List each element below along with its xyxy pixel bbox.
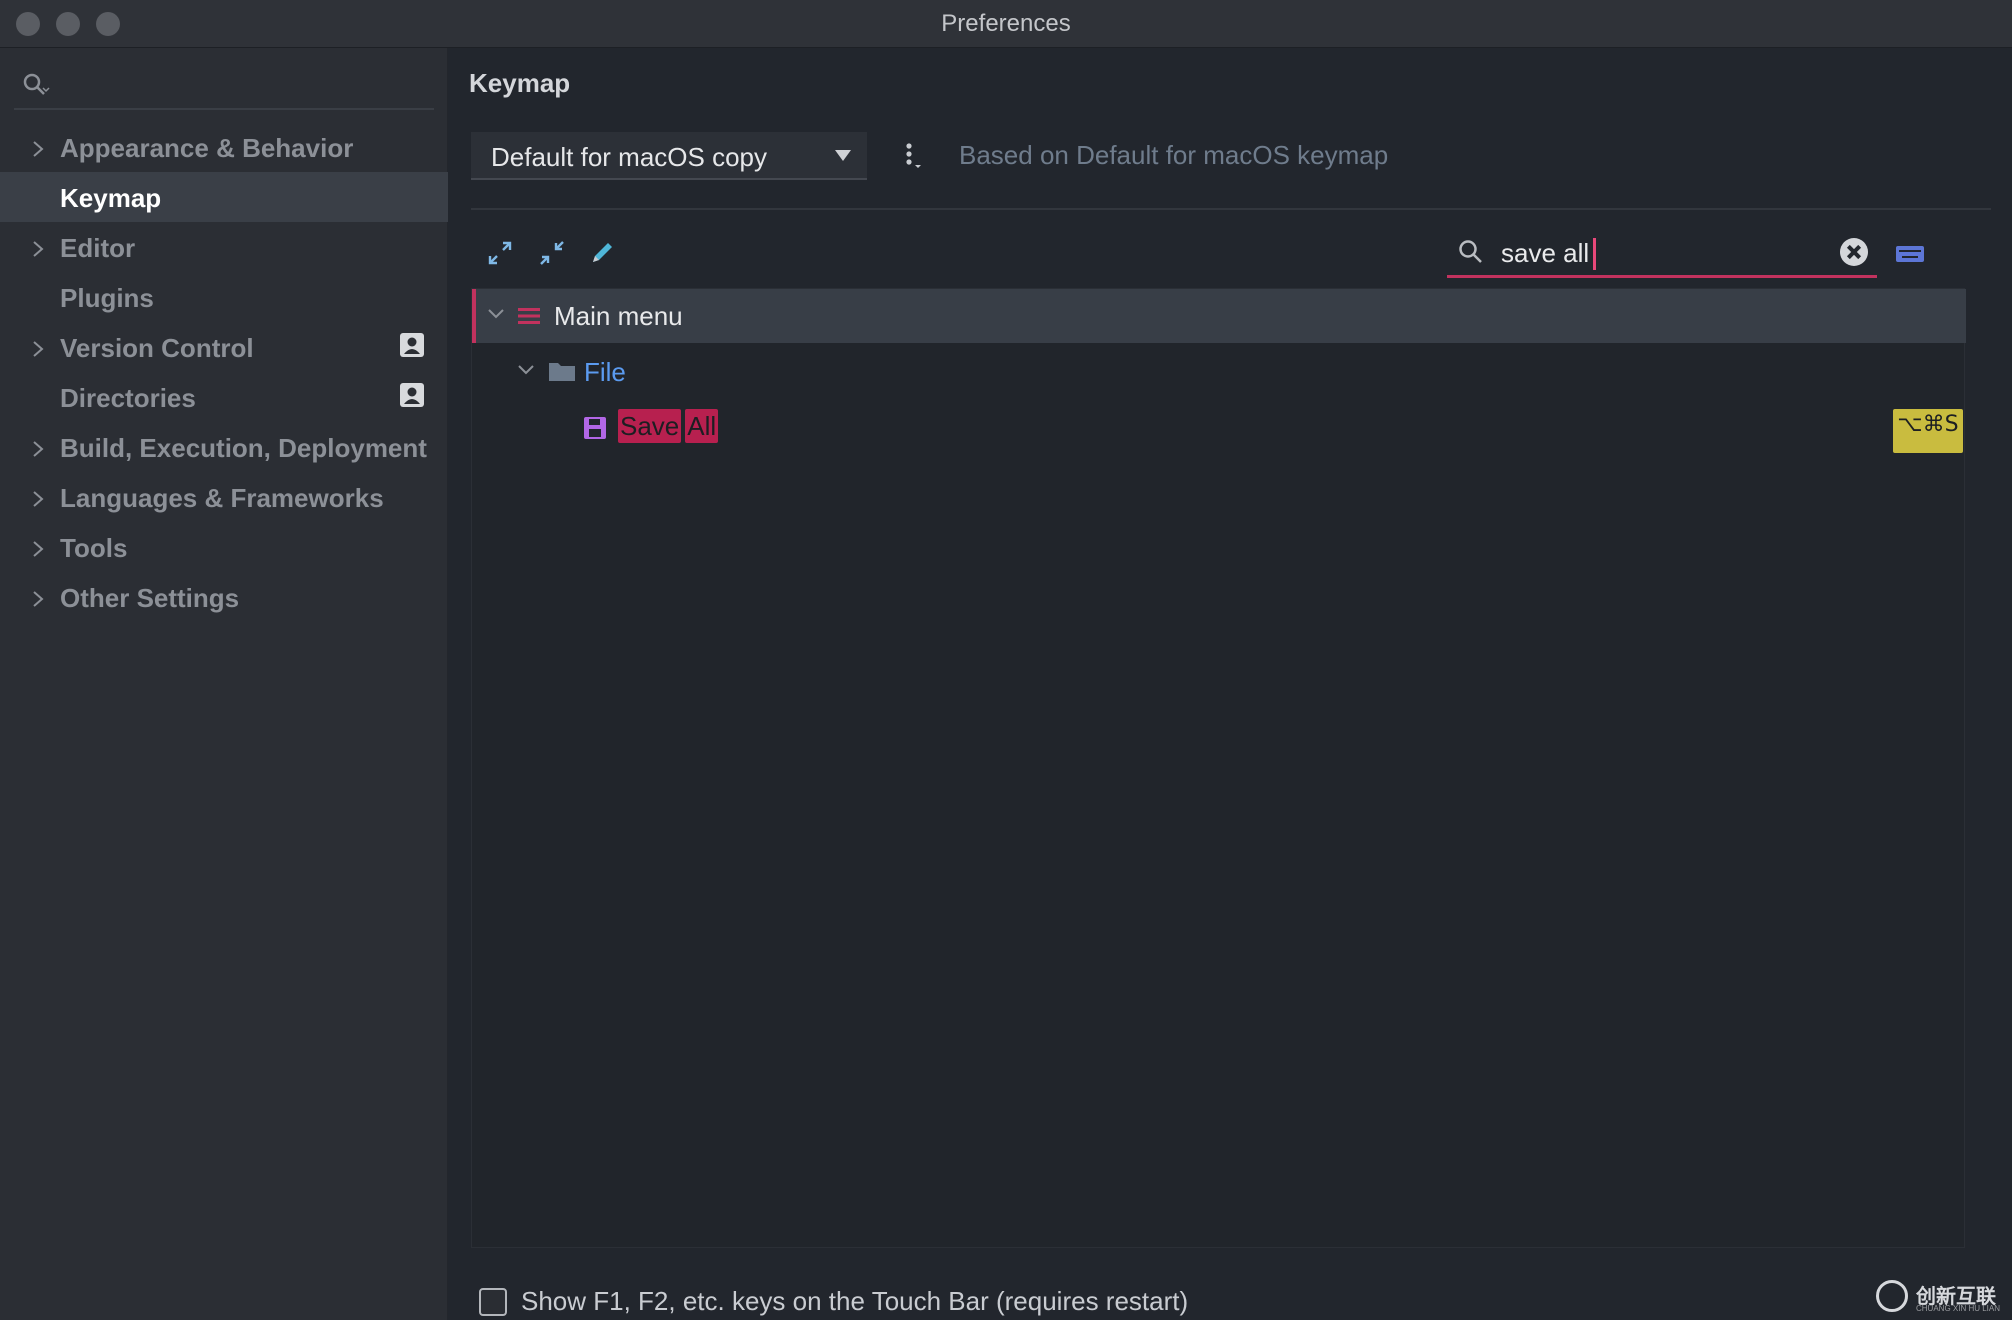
sidebar-item-label: Build, Execution, Deployment [60,433,427,463]
chevron-down-icon[interactable] [486,307,506,321]
chevron-right-icon[interactable] [28,486,48,508]
more-vertical-icon [899,143,929,180]
sidebar-item-label: Appearance & Behavior [60,133,354,163]
keymap-tree: Main menu File Save All ⌥⌘S [471,288,1966,1248]
sidebar-item-label: Directories [60,383,196,413]
divider [471,208,1991,210]
chevron-down-icon[interactable] [516,363,536,377]
touchbar-fkeys-checkbox[interactable] [479,1288,507,1316]
user-badge-icon [400,333,424,357]
search-match-highlight: Save [618,409,682,443]
watermark-logo: 创新互联 CHUANG XIN HU LIAN [1876,1276,2006,1316]
collapse-all-icon [537,241,567,272]
keymap-select-value: Default for macOS copy [491,142,767,172]
page-title: Keymap [469,68,571,98]
sidebar-item-version-control[interactable]: Version Control [0,322,448,372]
user-badge-icon [400,383,424,407]
tree-row-label: Save All [618,409,722,443]
sidebar-item-other-settings[interactable]: Other Settings [0,572,448,622]
chevron-right-icon[interactable] [28,136,48,158]
menu-icon [516,303,542,334]
sidebar-item-tools[interactable]: Tools [0,522,448,572]
search-icon [22,72,50,103]
sidebar-search[interactable] [14,60,434,110]
settings-sidebar: Appearance & Behavior Keymap Editor Plug… [0,48,448,1320]
sidebar-item-label: Version Control [60,333,254,363]
shortcut-badge: ⌥⌘S [1893,409,1963,453]
tree-row-save-all[interactable]: Save All ⌥⌘S [472,401,1966,455]
watermark-logo-icon [1876,1280,1908,1312]
sidebar-item-directories[interactable]: Directories [0,372,448,422]
sidebar-item-plugins[interactable]: Plugins [0,272,448,322]
sidebar-item-editor[interactable]: Editor [0,222,448,272]
tree-row-file[interactable]: File [472,345,1966,399]
sidebar-item-label: Other Settings [60,583,240,613]
dropdown-arrow-icon[interactable] [835,150,851,161]
search-match-highlight: All [685,409,719,443]
sidebar-item-label: Plugins [60,283,154,313]
settings-nav: Appearance & Behavior Keymap Editor Plug… [0,122,448,622]
footer: Show F1, F2, etc. keys on the Touch Bar … [449,1248,2012,1320]
keymap-panel: Keymap Default for macOS copy Based on D… [449,48,2012,1320]
sidebar-item-label: Editor [60,233,136,263]
text-caret [1593,238,1596,270]
watermark-subtext: CHUANG XIN HU LIAN [1916,1304,2001,1313]
keyboard-icon [1895,246,1925,268]
search-icon [1457,238,1485,271]
window-title: Preferences [941,10,1071,37]
sidebar-item-label: Tools [60,533,128,563]
chevron-right-icon[interactable] [28,236,48,258]
tree-row-label: File [584,357,626,387]
sidebar-item-build-execution-deployment[interactable]: Build, Execution, Deployment [0,422,448,472]
preferences-window: Preferences Appearance & Behavior Keymap… [0,0,2012,1320]
expand-all-icon [485,241,515,272]
edit-pencil-icon [587,243,617,272]
title-bar: Preferences [0,0,2012,48]
based-on-label: Based on Default for macOS keymap [959,140,1389,170]
tree-row-main-menu[interactable]: Main menu [472,289,1966,343]
chevron-right-icon[interactable] [28,336,48,358]
collapse-all-button[interactable] [537,238,567,268]
keymap-select[interactable]: Default for macOS copy [471,132,867,180]
sidebar-item-keymap[interactable]: Keymap [0,172,448,222]
sidebar-item-label: Languages & Frameworks [60,483,384,513]
keymap-filter-input[interactable] [1501,236,1821,270]
tree-row-label: Main menu [554,301,683,331]
folder-icon [548,359,576,388]
edit-shortcut-button[interactable] [587,238,617,268]
sidebar-item-label: Keymap [60,183,162,213]
find-by-shortcut-button[interactable] [1895,244,1925,264]
chevron-right-icon[interactable] [28,586,48,608]
sidebar-item-appearance-behavior[interactable]: Appearance & Behavior [0,122,448,172]
touchbar-fkeys-label[interactable]: Show F1, F2, etc. keys on the Touch Bar … [521,1286,1188,1317]
save-icon [582,415,608,446]
sidebar-search-input[interactable] [58,68,418,102]
keymap-filter[interactable] [1447,228,1877,278]
chevron-right-icon[interactable] [28,536,48,558]
chevron-right-icon[interactable] [28,436,48,458]
expand-all-button[interactable] [485,238,515,268]
sidebar-item-languages-frameworks[interactable]: Languages & Frameworks [0,472,448,522]
clear-icon[interactable] [1840,238,1868,266]
keymap-actions-button[interactable] [899,140,929,176]
